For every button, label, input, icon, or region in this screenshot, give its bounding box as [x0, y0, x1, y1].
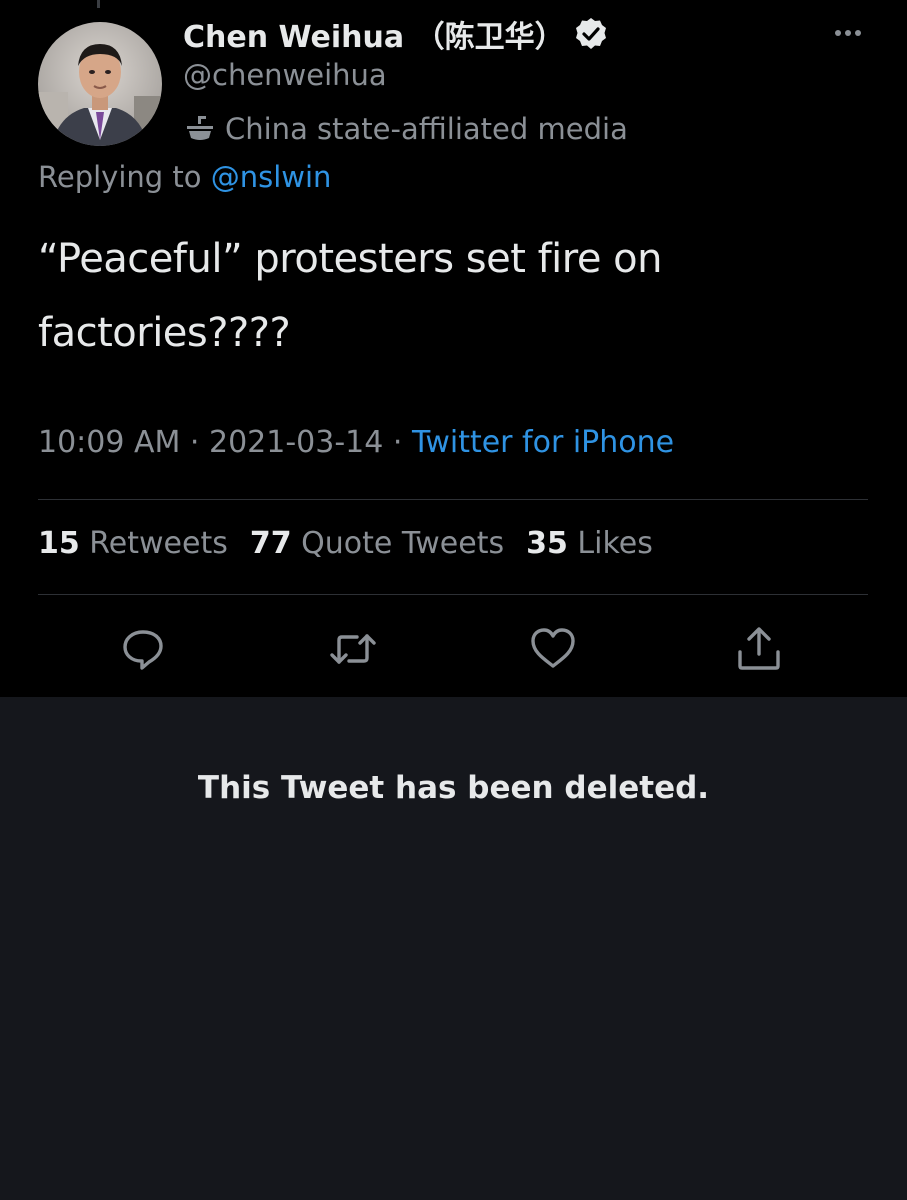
retweet-icon[interactable] — [328, 624, 378, 674]
tweet-stats-row: 15 Retweets 77 Quote Tweets 35 Likes — [38, 526, 653, 561]
share-icon[interactable] — [734, 624, 784, 674]
likes-count: 35 — [526, 526, 568, 561]
verified-badge-icon — [573, 16, 609, 52]
quote-tweets-label: Quote Tweets — [301, 526, 505, 561]
thread-connector-line — [97, 0, 100, 8]
tweet-timestamp-row: 10:09 AM · 2021-03-14 · Twitter for iPho… — [38, 425, 674, 460]
heart-icon[interactable] — [528, 624, 578, 674]
government-media-icon — [187, 116, 213, 140]
state-media-label[interactable]: China state-affiliated media — [183, 108, 628, 150]
quote-tweets-stat[interactable]: 77 Quote Tweets — [250, 526, 504, 561]
deleted-tweet-notice: This Tweet has been deleted. — [197, 770, 710, 806]
tweet-card: Chen Weihua （陈卫华） @chenweihua China stat… — [0, 0, 907, 697]
author-handle[interactable]: @chenweihua — [183, 58, 387, 92]
avatar[interactable] — [38, 22, 162, 146]
replying-to-line: Replying to @nslwin — [38, 160, 331, 194]
more-options-icon[interactable] — [820, 18, 876, 48]
tweet-text-line-2: factories???? — [38, 310, 291, 356]
retweets-count: 15 — [38, 526, 80, 561]
replying-to-prefix: Replying to — [38, 160, 211, 194]
divider-bottom — [38, 594, 868, 595]
divider-top — [38, 499, 868, 500]
reply-mention-link[interactable]: @nslwin — [211, 160, 332, 194]
likes-label: Likes — [577, 526, 653, 561]
author-name-row[interactable]: Chen Weihua （陈卫华） — [183, 12, 609, 56]
retweets-label: Retweets — [89, 526, 228, 561]
tweet-text: “Peaceful” protesters set fire on factor… — [38, 222, 858, 370]
tweet-text-line-1: “Peaceful” protesters set fire on — [38, 236, 663, 282]
tweet-source-link[interactable]: Twitter for iPhone — [412, 425, 674, 460]
state-media-label-text: China state-affiliated media — [225, 112, 628, 146]
likes-stat[interactable]: 35 Likes — [526, 526, 653, 561]
tweet-timestamp[interactable]: 10:09 AM · 2021-03-14 · — [38, 425, 412, 460]
retweets-stat[interactable]: 15 Retweets — [38, 526, 228, 561]
quote-tweets-count: 77 — [249, 526, 292, 561]
author-name[interactable]: Chen Weihua （陈卫华） — [183, 12, 565, 56]
reply-icon[interactable] — [118, 624, 168, 674]
